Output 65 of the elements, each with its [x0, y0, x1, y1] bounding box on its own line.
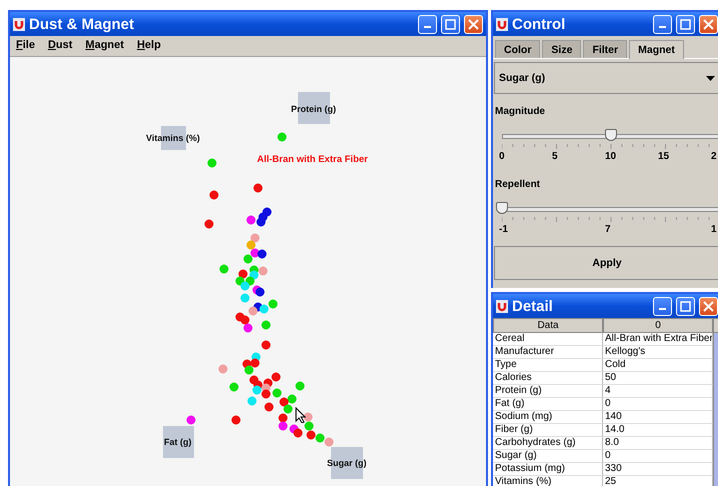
tick-label: 0 [499, 151, 505, 162]
minimize-button[interactable] [653, 14, 672, 34]
minimize-button[interactable] [653, 296, 672, 316]
column-header[interactable]: 0 [603, 318, 713, 333]
cursor-icon [295, 407, 306, 423]
menu-item[interactable]: Magnet [85, 39, 124, 53]
slider-thumb[interactable] [604, 129, 616, 141]
table-cell: Carbohydrates (g) [493, 437, 603, 450]
tick-label: 7 [605, 224, 611, 235]
magnet-label: Sugar (g) [327, 458, 366, 468]
tab[interactable]: Magnet [629, 40, 684, 59]
maximize-button[interactable] [676, 14, 695, 34]
table-cell: Potassium (mg) [493, 463, 603, 476]
menu-item[interactable]: Dust [48, 39, 72, 53]
minimize-button[interactable] [418, 14, 437, 34]
close-icon [703, 18, 714, 30]
magnet-label: Fat (g) [164, 437, 192, 447]
table-cell: Sodium (mg) [493, 411, 603, 424]
close-button[interactable] [464, 14, 483, 34]
table-cell: Fat (g) [493, 398, 603, 411]
slider-label: Magnitude [494, 106, 546, 117]
tab[interactable]: Filter [583, 40, 628, 58]
cereal-label: All-Bran with Extra Fiber [257, 154, 368, 165]
table-cell: Manufacturer [493, 346, 603, 359]
close-icon [468, 18, 479, 30]
maximize-icon [680, 300, 691, 312]
magnet-icon [13, 18, 25, 30]
table-cell: Protein (g) [493, 385, 603, 398]
table-cell: Cereal [493, 333, 603, 346]
close-button[interactable] [699, 14, 718, 34]
tick-label: 2 [711, 151, 717, 162]
slider-label: Repellent [494, 179, 542, 190]
window-title: Detail [512, 298, 554, 314]
tick-label: 15 [658, 151, 670, 162]
maximize-icon [680, 18, 691, 30]
close-icon [703, 300, 714, 312]
tick-label: -1 [499, 224, 508, 235]
tick-label: 5 [552, 151, 558, 162]
window-title: Control [512, 16, 566, 32]
maximize-button[interactable] [676, 296, 695, 316]
tick-label: 1 [711, 224, 717, 235]
magnet-dropdown[interactable]: Sugar (g) [494, 62, 718, 94]
table-cell: Calories [493, 372, 603, 385]
table-cell: Fiber (g) [493, 424, 603, 437]
apply-button[interactable]: Apply [494, 246, 718, 280]
magnet-label: Vitamins (%) [146, 133, 200, 143]
magnet-icon [496, 18, 508, 30]
window-title: Dust & Magnet [29, 16, 135, 32]
table-cell: Vitamins (%) [493, 476, 603, 486]
menu-item[interactable]: Help [136, 39, 161, 53]
magnet-icon [496, 300, 508, 312]
table-cell: Sugar (g) [493, 450, 603, 463]
column-header[interactable]: Data [493, 318, 603, 333]
magnet-label: Protein (g) [291, 104, 336, 114]
maximize-icon [445, 18, 456, 30]
caret-icon [706, 76, 715, 80]
close-button[interactable] [699, 296, 718, 316]
slider-thumb[interactable] [496, 202, 508, 214]
menu-item[interactable]: File [16, 39, 35, 53]
tab[interactable]: Size [542, 40, 582, 58]
tab[interactable]: Color [495, 40, 540, 58]
tick-label: 10 [605, 151, 616, 162]
magnet-box[interactable] [163, 426, 194, 458]
maximize-button[interactable] [441, 14, 460, 34]
table-cell: Type [493, 359, 603, 372]
